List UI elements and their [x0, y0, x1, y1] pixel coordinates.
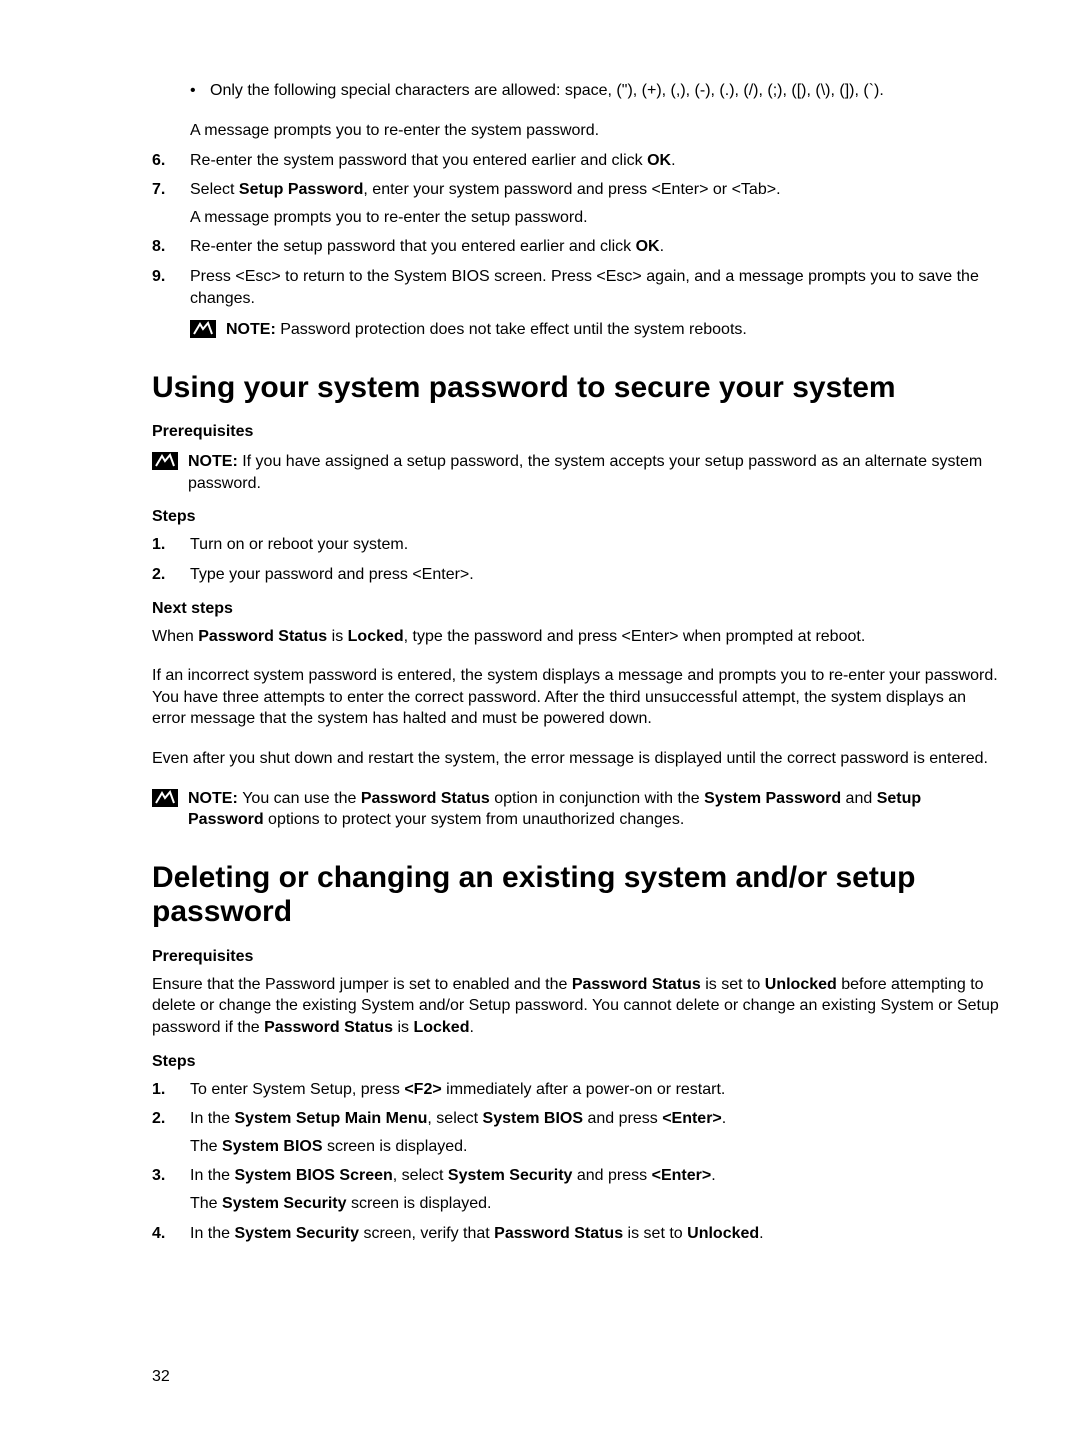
step-system-security: 3. In the System BIOS Screen, select Sys…: [152, 1165, 1000, 1214]
note-password-status-option: NOTE: You can use the Password Status op…: [152, 788, 1000, 831]
step-number: 2.: [152, 564, 190, 586]
step-number: 6.: [152, 150, 190, 172]
step-enter-setup: 1. To enter System Setup, press <F2> imm…: [152, 1079, 1000, 1101]
step-text: Re-enter the system password that you en…: [190, 150, 1000, 172]
step-text: Select Setup Password, enter your system…: [190, 179, 1000, 228]
step-verify-unlocked: 4. In the System Security screen, verify…: [152, 1223, 1000, 1245]
next-steps-p1: When Password Status is Locked, type the…: [152, 626, 1000, 648]
step-8: 8. Re-enter the setup password that you …: [152, 236, 1000, 258]
heading-prerequisites-2: Prerequisites: [152, 948, 1000, 966]
step-number: 7.: [152, 179, 190, 228]
step-number: 8.: [152, 236, 190, 258]
step-turn-on: 1. Turn on or reboot your system.: [152, 534, 1000, 556]
heading-next-steps: Next steps: [152, 600, 1000, 618]
heading-steps-2: Steps: [152, 1053, 1000, 1071]
step-text: In the System Setup Main Menu, select Sy…: [190, 1108, 1000, 1157]
page-number: 32: [152, 1368, 170, 1386]
bullet-text: Only the following special characters ar…: [210, 82, 884, 100]
document-page: • Only the following special characters …: [0, 0, 1080, 1434]
heading-steps: Steps: [152, 508, 1000, 526]
step-number: 9.: [152, 266, 190, 309]
step-number: 1.: [152, 1079, 190, 1101]
step-text: Type your password and press <Enter>.: [190, 564, 1000, 586]
bullet-dot: •: [190, 82, 210, 100]
next-steps-p3: Even after you shut down and restart the…: [152, 748, 1000, 770]
step-system-bios: 2. In the System Setup Main Menu, select…: [152, 1108, 1000, 1157]
step-number: 1.: [152, 534, 190, 556]
note-icon: [190, 320, 216, 338]
step-7: 7. Select Setup Password, enter your sys…: [152, 179, 1000, 228]
prereq-paragraph: Ensure that the Password jumper is set t…: [152, 974, 1000, 1039]
step-text: Turn on or reboot your system.: [190, 534, 1000, 556]
step-number: 4.: [152, 1223, 190, 1245]
note-password-protection: NOTE: Password protection does not take …: [190, 319, 1000, 341]
step-text: Press <Esc> to return to the System BIOS…: [190, 266, 1000, 309]
intro-reenter-msg: A message prompts you to re-enter the sy…: [190, 120, 1000, 142]
note-alternate-password: NOTE: If you have assigned a setup passw…: [152, 451, 1000, 494]
heading-using-password: Using your system password to secure you…: [152, 371, 1000, 406]
step-9: 9. Press <Esc> to return to the System B…: [152, 266, 1000, 309]
note-icon: [152, 789, 178, 807]
step-number: 3.: [152, 1165, 190, 1214]
note-text: NOTE: Password protection does not take …: [226, 319, 747, 341]
note-text: NOTE: If you have assigned a setup passw…: [188, 451, 1000, 494]
bullet-special-chars: • Only the following special characters …: [190, 82, 1000, 100]
heading-deleting-password: Deleting or changing an existing system …: [152, 861, 1000, 930]
step-6: 6. Re-enter the system password that you…: [152, 150, 1000, 172]
step-text: In the System BIOS Screen, select System…: [190, 1165, 1000, 1214]
step-text: To enter System Setup, press <F2> immedi…: [190, 1079, 1000, 1101]
next-steps-p2: If an incorrect system password is enter…: [152, 665, 1000, 730]
step-type-password: 2. Type your password and press <Enter>.: [152, 564, 1000, 586]
step-number: 2.: [152, 1108, 190, 1157]
note-text: NOTE: You can use the Password Status op…: [188, 788, 1000, 831]
step-text: Re-enter the setup password that you ent…: [190, 236, 1000, 258]
step-text: In the System Security screen, verify th…: [190, 1223, 1000, 1245]
heading-prerequisites: Prerequisites: [152, 423, 1000, 441]
note-icon: [152, 452, 178, 470]
